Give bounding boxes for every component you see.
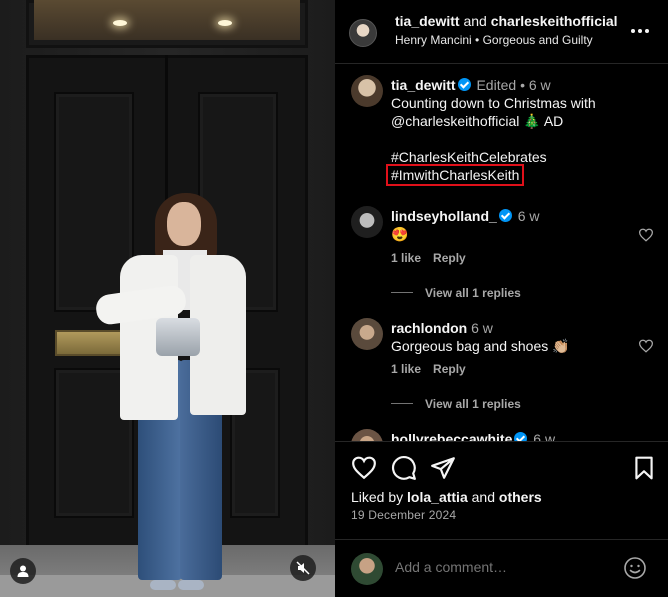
post-authors: tia_dewitt and charleskeithofficial	[395, 13, 618, 29]
reply-button[interactable]: Reply	[433, 362, 466, 376]
person-shoe	[178, 580, 204, 590]
mention-link[interactable]: @charleskeithofficial	[391, 113, 519, 129]
user-tag-button[interactable]	[10, 558, 36, 584]
comment-actions: 1 like Reply	[391, 362, 478, 376]
tree-emoji: 🎄	[523, 113, 541, 129]
caption-line: Counting down to Christmas with	[391, 95, 596, 111]
avatar	[351, 553, 383, 585]
avatar[interactable]	[351, 206, 383, 238]
silver-handbag	[156, 318, 200, 356]
comment-header: lindseyholland_ 6 w	[391, 207, 540, 225]
emoji-icon[interactable]	[623, 556, 647, 580]
author-link[interactable]: charleskeithofficial	[491, 13, 618, 29]
post-date[interactable]: 19 December 2024	[351, 508, 456, 522]
like-count[interactable]: 1 like	[391, 251, 421, 265]
separator-dot: •	[520, 77, 525, 93]
post-footer: Liked by lola_attia and others 19 Decemb…	[335, 441, 668, 597]
post-header: tia_dewitt and charleskeithofficial Henr…	[335, 0, 668, 64]
bookmark-icon[interactable]	[631, 455, 657, 481]
comment-age: 6 w	[471, 320, 493, 336]
comment-username[interactable]: lindseyholland_	[391, 208, 497, 224]
comment-username[interactable]: hollyrebeccawhite	[391, 431, 512, 441]
comment-username[interactable]: tia_dewitt	[391, 77, 456, 93]
avatar[interactable]	[351, 75, 383, 107]
liked-user-link[interactable]: lola_attia	[407, 489, 468, 505]
like-count[interactable]: 1 like	[391, 362, 421, 376]
caption-line: @charleskeithofficial 🎄 AD	[391, 112, 563, 130]
verified-badge-icon	[498, 209, 512, 222]
comments-list[interactable]: tia_dewitt Edited • 6 w Counting down to…	[335, 65, 668, 441]
mute-icon	[296, 561, 310, 575]
avatar[interactable]	[351, 429, 383, 441]
ad-label: AD	[543, 113, 564, 129]
ceiling-light	[113, 20, 127, 26]
liked-by: Liked by lola_attia and others	[351, 489, 542, 505]
authors-joiner: and	[463, 13, 487, 29]
add-comment-bar	[335, 539, 668, 597]
separator-dot: •	[475, 33, 480, 47]
comment-age: 6 w	[517, 208, 540, 224]
audio-artist: Henry Mancini	[395, 33, 472, 47]
comment-text: 😍	[391, 226, 409, 242]
post-details: tia_dewitt and charleskeithofficial Henr…	[335, 0, 668, 597]
comment-input[interactable]	[395, 559, 576, 575]
ceiling-light	[218, 20, 232, 26]
person-face	[167, 202, 201, 246]
person-shoe	[150, 580, 176, 590]
post-photo[interactable]	[0, 0, 335, 597]
heart-icon[interactable]	[638, 339, 654, 353]
comment-header: hollyrebeccawhite 6 w	[391, 430, 555, 441]
hashtag-link[interactable]: #ImwithCharlesKeith	[386, 164, 525, 186]
liked-others-link[interactable]: others	[499, 489, 542, 505]
avatar[interactable]	[351, 318, 383, 350]
mute-button[interactable]	[290, 555, 316, 581]
view-replies-button[interactable]: View all 1 replies	[391, 397, 521, 411]
audio-info[interactable]: Henry Mancini • Gorgeous and Guilty	[395, 33, 593, 47]
heart-icon[interactable]	[638, 228, 654, 242]
avatar[interactable]	[349, 19, 377, 47]
audio-title: Gorgeous and Guilty	[482, 33, 593, 47]
highlighted-hashtag: #ImwithCharlesKeith	[386, 164, 525, 186]
liked-joiner: and	[471, 489, 495, 505]
comment-actions: 1 like Reply	[391, 251, 478, 265]
author-link[interactable]: tia_dewitt	[395, 13, 460, 29]
comment-icon[interactable]	[391, 455, 417, 481]
comment-text: Gorgeous bag and shoes 👏🏼	[391, 338, 570, 354]
heart-icon[interactable]	[351, 455, 377, 481]
share-icon[interactable]	[430, 455, 456, 481]
comment-age: 6 w	[533, 431, 556, 441]
verified-badge-icon	[514, 432, 528, 441]
view-replies-button[interactable]: View all 1 replies	[391, 286, 521, 300]
verified-badge-icon	[457, 78, 471, 91]
caption-header: tia_dewitt Edited • 6 w	[391, 76, 551, 94]
reply-button[interactable]: Reply	[433, 251, 466, 265]
comment-header: rachlondon 6 w	[391, 319, 493, 337]
comment-age: 6 w	[528, 77, 551, 93]
edited-label: Edited	[476, 77, 517, 93]
liked-prefix: Liked by	[351, 489, 404, 505]
user-tag-icon	[17, 565, 29, 577]
comment-username[interactable]: rachlondon	[391, 320, 467, 336]
transom-window	[34, 0, 300, 40]
more-icon[interactable]	[631, 22, 653, 40]
